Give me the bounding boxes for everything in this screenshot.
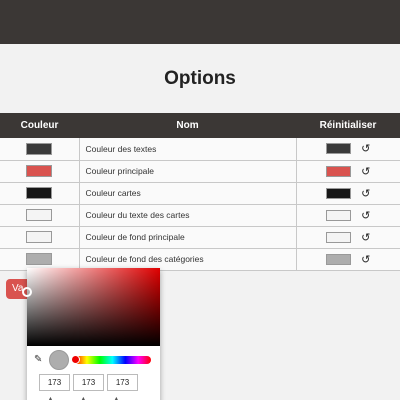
- color-swatch[interactable]: [26, 231, 53, 243]
- color-preview: [49, 350, 69, 370]
- default-color-swatch: [326, 209, 352, 221]
- format-toggle-arrows[interactable]: ▲▲▲: [47, 396, 147, 400]
- reset-icon[interactable]: ↺: [361, 209, 370, 222]
- table-row: Couleur cartes ↺: [0, 182, 400, 205]
- default-color-swatch: [326, 143, 352, 155]
- red-input[interactable]: 173: [39, 374, 70, 391]
- reset-icon[interactable]: ↺: [361, 165, 370, 178]
- color-swatch[interactable]: [26, 165, 53, 177]
- hue-slider-handle[interactable]: [71, 355, 80, 364]
- reset-icon[interactable]: ↺: [361, 142, 370, 155]
- default-color-swatch: [326, 165, 352, 177]
- reset-cell: ↺: [296, 248, 400, 271]
- table-row: Couleur des textes ↺: [0, 138, 400, 161]
- option-name: Couleur de fond principale: [79, 226, 297, 249]
- table-row: Couleur principale ↺: [0, 160, 400, 183]
- default-color-swatch: [326, 253, 352, 265]
- option-name: Couleur de fond des catégories: [79, 248, 297, 271]
- header-reset: Réinitialiser: [296, 113, 400, 138]
- table-row: Couleur du texte des cartes ↺: [0, 204, 400, 227]
- reset-cell: ↺: [296, 138, 400, 161]
- color-swatch[interactable]: [26, 209, 53, 221]
- hue-slider[interactable]: [71, 355, 151, 364]
- default-color-swatch: [326, 231, 352, 243]
- option-name: Couleur du texte des cartes: [79, 204, 297, 227]
- reset-cell: ↺: [296, 182, 400, 205]
- color-swatch[interactable]: [26, 187, 53, 199]
- saturation-cursor[interactable]: [22, 287, 32, 297]
- header-name: Nom: [79, 113, 296, 138]
- color-cell: [0, 182, 80, 205]
- header-color: Couleur: [0, 113, 79, 138]
- reset-icon[interactable]: ↺: [361, 253, 370, 266]
- color-swatch[interactable]: [26, 253, 53, 265]
- color-cell: [0, 248, 80, 271]
- reset-cell: ↺: [296, 204, 400, 227]
- color-picker-popup: ✎ 173 173 173 ▲▲▲: [22, 268, 160, 400]
- option-name: Couleur principale: [79, 160, 297, 183]
- page-title: Options: [164, 68, 236, 89]
- table-row: Couleur de fond des catégories ↺: [0, 248, 400, 271]
- default-color-swatch: [326, 187, 352, 199]
- reset-icon[interactable]: ↺: [361, 187, 370, 200]
- reset-cell: ↺: [296, 160, 400, 183]
- color-cell: [0, 226, 80, 249]
- blue-input[interactable]: 173: [107, 374, 138, 391]
- color-swatch[interactable]: [26, 142, 53, 155]
- color-cell: [0, 204, 80, 227]
- table-row: Couleur de fond principale ↺: [0, 226, 400, 249]
- saturation-area[interactable]: [22, 268, 160, 346]
- reset-cell: ↺: [296, 226, 400, 249]
- green-input[interactable]: 173: [73, 374, 104, 391]
- color-cell: [0, 160, 80, 183]
- reset-icon[interactable]: ↺: [361, 231, 370, 244]
- option-name: Couleur des textes: [79, 138, 297, 161]
- options-table: Couleur Nom Réinitialiser Couleur des te…: [0, 113, 400, 271]
- top-bar: [0, 0, 400, 44]
- option-name: Couleur cartes: [79, 182, 297, 205]
- color-cell: [0, 138, 80, 161]
- eyedropper-icon[interactable]: ✎: [34, 354, 42, 365]
- table-header-row: Couleur Nom Réinitialiser: [0, 113, 400, 138]
